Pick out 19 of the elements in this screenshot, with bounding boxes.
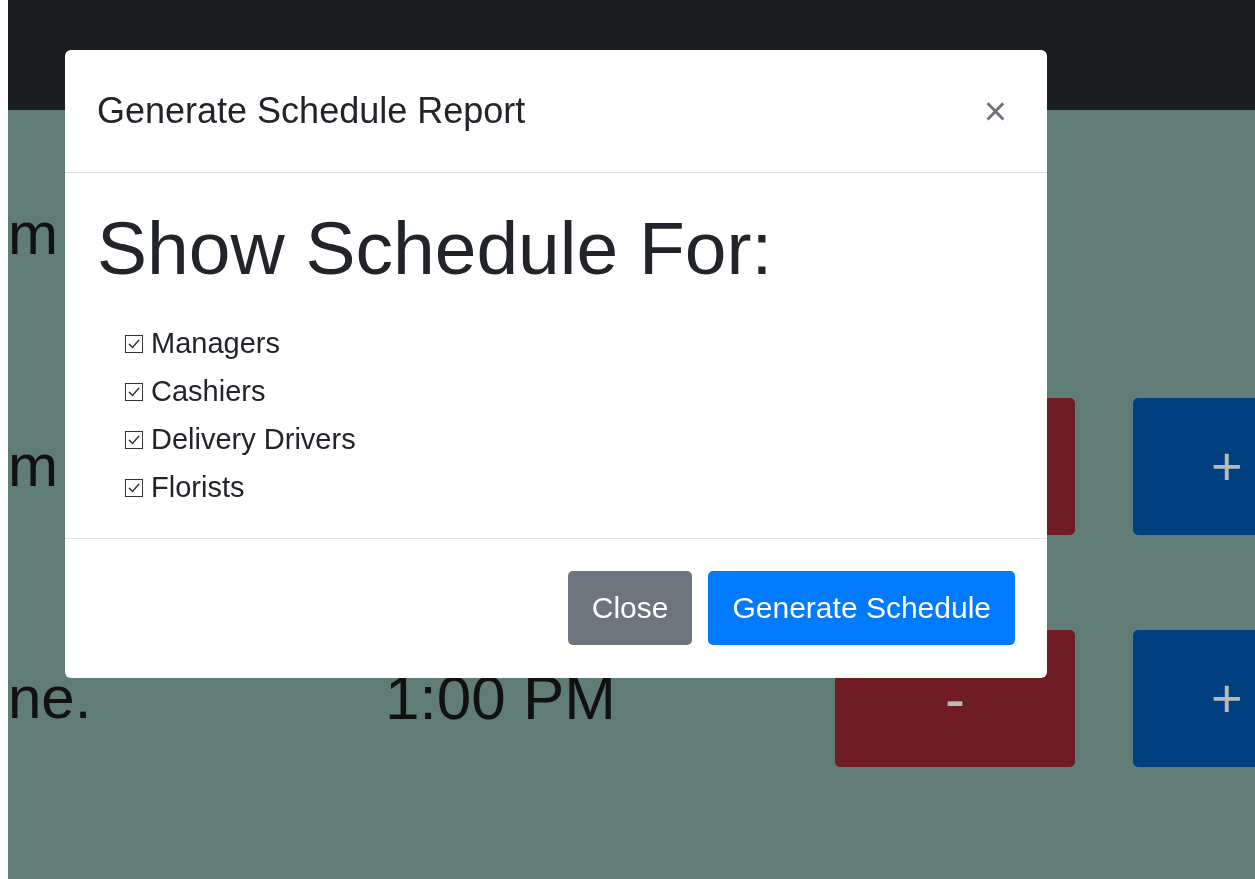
- close-button[interactable]: ×: [975, 91, 1015, 131]
- checkbox-label: Delivery Drivers: [151, 423, 356, 456]
- checkbox[interactable]: [125, 478, 143, 497]
- dialog-title: Generate Schedule Report: [97, 90, 526, 132]
- checkbox-label: Cashiers: [151, 375, 266, 408]
- checkbox[interactable]: [125, 430, 143, 449]
- generate-button[interactable]: Generate Schedule: [708, 571, 1015, 645]
- increment-button[interactable]: +: [1133, 629, 1255, 767]
- row-label: ne.: [8, 668, 92, 728]
- increment-button[interactable]: +: [1133, 397, 1255, 535]
- section-heading: Show Schedule For:: [97, 207, 774, 290]
- checkbox-label: Managers: [151, 327, 280, 360]
- checkbox-label: Florists: [151, 471, 245, 504]
- checkbox[interactable]: [125, 382, 143, 401]
- row-label: m: [8, 436, 58, 496]
- time-value: 1:00 PM: [385, 663, 616, 732]
- row-label: m: [8, 204, 58, 264]
- checkbox[interactable]: [125, 334, 143, 353]
- close-dialog-button[interactable]: Close: [567, 571, 693, 645]
